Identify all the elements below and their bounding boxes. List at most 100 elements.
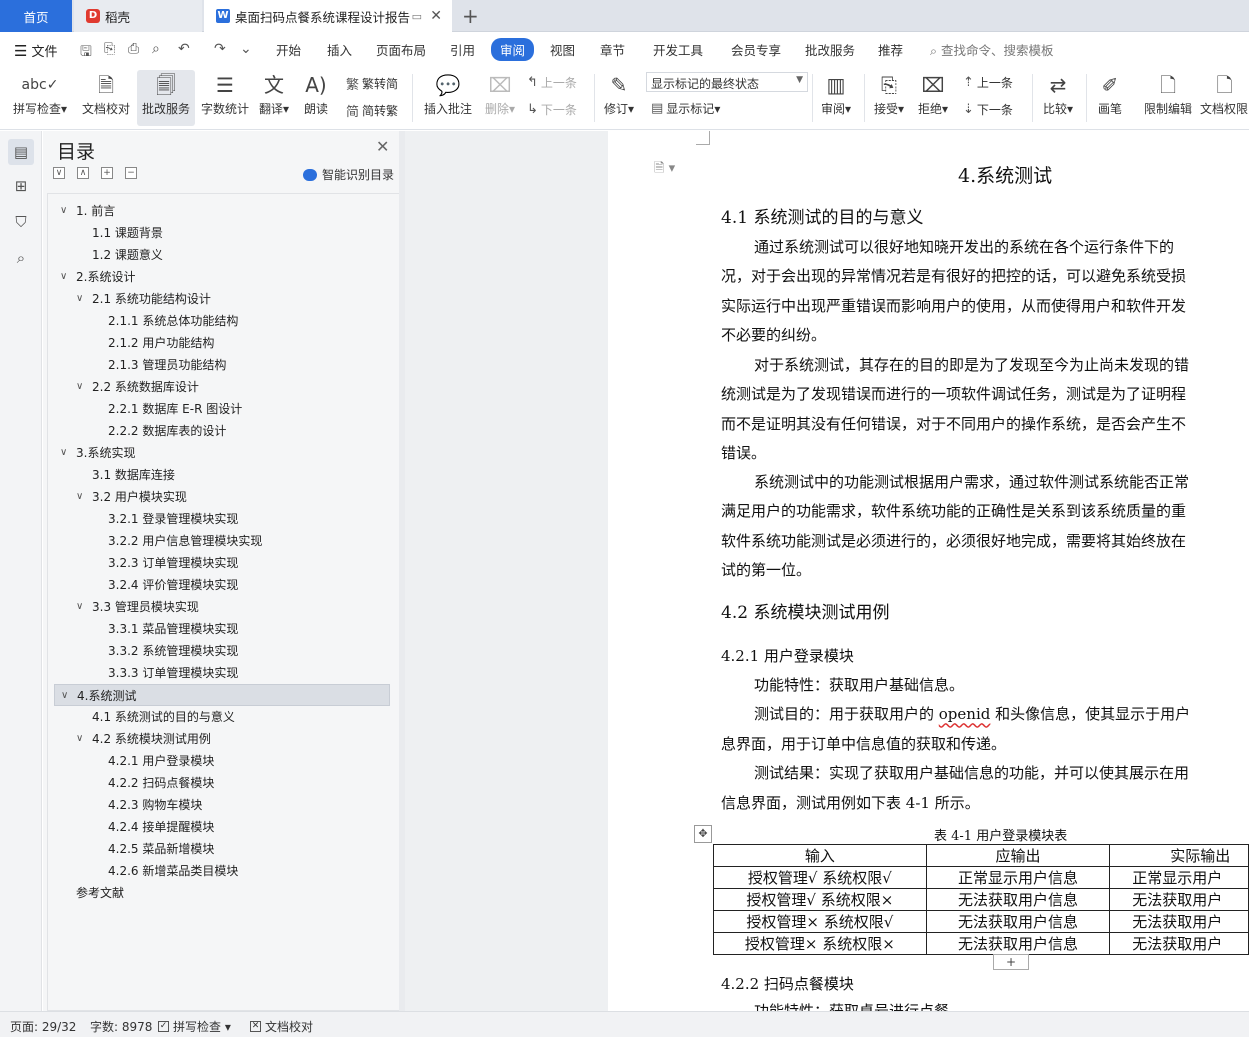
tab-close-icon[interactable]: ✕ [430, 8, 442, 24]
table-cell[interactable]: 授权管理× 系统权限√ [713, 910, 927, 933]
toc-item[interactable]: ∨ 3.2 用户模块实现 [76, 486, 187, 508]
undo-icon[interactable]: ↶ [178, 41, 190, 57]
delete-comment-button[interactable]: ⌧ 删除▾ [480, 70, 520, 117]
chapter-nav-icon[interactable]: ⊞ [8, 173, 34, 199]
toc-item[interactable]: 3.2.2 用户信息管理模块实现 [108, 530, 262, 552]
trad-to-simp-button[interactable]: 繁繁转简 [346, 74, 398, 93]
toc-item[interactable]: 参考文献 [76, 882, 124, 904]
toc-item[interactable]: 2.1.3 管理员功能结构 [108, 354, 226, 376]
chevron-down-icon[interactable]: ∨ [76, 486, 83, 508]
toc-item[interactable]: ∨ 4.2 系统模块测试用例 [76, 728, 211, 750]
command-search[interactable]: ⌕ 查找命令、搜索模板 [930, 40, 1054, 59]
status-spell-check[interactable]: ✓ 拼写检查 ▾ [158, 1018, 231, 1035]
toc-item[interactable]: 4.2.3 购物车模块 [108, 794, 202, 816]
translate-button[interactable]: 文翻译▾ [256, 70, 292, 117]
menu-member[interactable]: 会员专享 [731, 40, 781, 59]
chevron-down-icon[interactable]: ∨ [76, 376, 83, 398]
smart-toc-button[interactable]: 智能识别目录 [303, 166, 394, 183]
reject-button[interactable]: ⌧ 拒绝▾ [914, 70, 952, 117]
chevron-down-icon[interactable]: ∨ [60, 442, 67, 464]
menu-references[interactable]: 引用 [450, 40, 475, 59]
prev-comment-button[interactable]: ↰ 上一条 [527, 74, 577, 91]
toc-item[interactable]: 2.2.2 数据库表的设计 [108, 420, 226, 442]
toc-item[interactable]: 3.3.2 系统管理模块实现 [108, 640, 238, 662]
toc-item[interactable]: ∨ 1. 前言 [60, 200, 115, 222]
status-proofread[interactable]: ✕ 文档校对 [250, 1018, 313, 1035]
toc-item[interactable]: 2.2.1 数据库 E-R 图设计 [108, 398, 242, 420]
simp-to-trad-button[interactable]: 简简转繁 [346, 101, 398, 120]
show-marks-button[interactable]: ▤ 显示标记 ▾ [651, 100, 720, 117]
table-cell[interactable]: 授权管理√ 系统权限√ [713, 866, 927, 889]
toc-item[interactable]: 4.2.4 接单提醒模块 [108, 816, 214, 838]
menu-chapter[interactable]: 章节 [600, 40, 625, 59]
tab-document[interactable]: W 桌面扫码点餐系统课程设计报告 ▭ ✕ [204, 0, 452, 32]
restrict-edit-button[interactable]: 🗋 限制编辑 [1140, 70, 1196, 117]
menu-correct-service[interactable]: 批改服务 [805, 40, 855, 59]
compare-button[interactable]: ⇄ 比较▾ [1038, 70, 1078, 117]
table-move-handle-icon[interactable]: ✥ [694, 825, 712, 843]
toc-item[interactable]: ∨ 2.2 系统数据库设计 [76, 376, 199, 398]
remove-entry-icon[interactable]: − [125, 167, 137, 179]
menu-developer[interactable]: 开发工具 [653, 40, 703, 59]
pen-button[interactable]: ✐ 画笔 [1092, 70, 1128, 117]
spell-check-button[interactable]: abc✓ 拼写检查▾ [8, 70, 72, 117]
print-preview-icon[interactable]: ⌕ [152, 41, 160, 57]
toc-item[interactable]: 4.2.1 用户登录模块 [108, 750, 214, 772]
toc-item[interactable]: ∨ 2.1 系统功能结构设计 [76, 288, 211, 310]
page-indicator[interactable]: 页面: 29/32 [10, 1018, 76, 1035]
toc-item[interactable]: ∨ 3.3 管理员模块实现 [76, 596, 199, 618]
menu-start[interactable]: 开始 [276, 40, 301, 59]
word-count-button[interactable]: ☰ 字数统计 [198, 70, 252, 117]
table-cell[interactable]: 无法获取用户 [1109, 910, 1249, 933]
table-cell[interactable]: 无法获取用户信息 [925, 888, 1111, 911]
redo-icon[interactable]: ↷ [214, 41, 226, 57]
insert-comment-button[interactable]: 💬 插入批注 [420, 70, 476, 117]
menu-page-layout[interactable]: 页面布局 [376, 40, 426, 59]
next-comment-button[interactable]: ↳ 下一条 [527, 101, 577, 118]
add-entry-icon[interactable]: + [101, 167, 113, 179]
table-cell[interactable]: 授权管理× 系统权限× [713, 932, 927, 955]
bookmark-icon[interactable]: ⛉ [8, 209, 34, 235]
table-cell[interactable]: 正常显示用户信息 [925, 866, 1111, 889]
menu-review[interactable]: 审阅 [491, 38, 535, 61]
toc-item[interactable]: 3.2.3 订单管理模块实现 [108, 552, 238, 574]
read-aloud-button[interactable]: A) 朗读 [298, 70, 334, 117]
tab-pin-icon[interactable]: ▭ [412, 10, 422, 23]
correct-service-button[interactable]: 🗐 批改服务 [137, 70, 195, 126]
toc-item[interactable]: 3.2.4 评价管理模块实现 [108, 574, 238, 596]
toc-item[interactable]: 4.2.2 扫码点餐模块 [108, 772, 214, 794]
more-icon[interactable]: ⌄ [240, 41, 252, 57]
toc-panel-icon[interactable]: ▤ [8, 139, 34, 165]
chevron-down-icon[interactable]: ∨ [60, 266, 67, 288]
toc-item[interactable]: 3.3.1 菜品管理模块实现 [108, 618, 238, 640]
review-pane-button[interactable]: ▥ 审阅▾ [816, 70, 856, 117]
collapse-all-icon[interactable]: ∨ [53, 167, 65, 179]
save-icon[interactable]: 🖫 [80, 41, 92, 65]
menu-recommend[interactable]: 推荐 [878, 40, 903, 59]
track-changes-button[interactable]: ✎ 修订▾ [600, 70, 638, 117]
tab-daoke[interactable]: D 稻壳 [74, 0, 202, 32]
next-change-button[interactable]: ⇣ 下一条 [963, 101, 1013, 118]
display-state-select[interactable]: 显示标记的最终状态 ▼ [646, 72, 808, 92]
chevron-down-icon[interactable]: ∨ [60, 200, 67, 222]
toc-item[interactable]: 2.1.2 用户功能结构 [108, 332, 214, 354]
tab-home[interactable]: 首页 [0, 0, 72, 32]
table-cell[interactable]: 无法获取用户信息 [925, 932, 1111, 955]
chevron-down-icon[interactable]: ∨ [76, 596, 83, 618]
toc-item[interactable]: 1.1 课题背景 [92, 222, 163, 244]
table-cell[interactable]: 无法获取用户 [1109, 888, 1249, 911]
proofread-button[interactable]: 🗎 文档校对 [78, 70, 134, 117]
toc-item[interactable]: 3.3.3 订单管理模块实现 [108, 662, 238, 684]
export-pdf-icon[interactable]: ⎘ [104, 41, 115, 57]
accept-button[interactable]: ⎘ 接受▾ [870, 70, 908, 117]
toc-item[interactable]: 4.1 系统测试的目的与意义 [92, 706, 235, 728]
chevron-down-icon[interactable]: ∨ [61, 685, 68, 707]
menu-view[interactable]: 视图 [550, 40, 575, 59]
menu-insert[interactable]: 插入 [327, 40, 352, 59]
document-page[interactable]: 🗎 ▾ 4.系统测试 4.1 系统测试的目的与意义 通过系统测试可以很好地知晓开… [608, 131, 1249, 1011]
toc-item[interactable]: 3.2.1 登录管理模块实现 [108, 508, 238, 530]
table-cell[interactable]: 无法获取用户信息 [925, 910, 1111, 933]
login-test-table[interactable]: 输入 应输出 实际输出 授权管理√ 系统权限√ 正常显示用户信息 正常显示用户 授权管… [713, 844, 1249, 955]
toc-item[interactable]: 4.2.5 菜品新增模块 [108, 838, 214, 860]
toc-item[interactable]: 3.1 数据库连接 [92, 464, 175, 486]
